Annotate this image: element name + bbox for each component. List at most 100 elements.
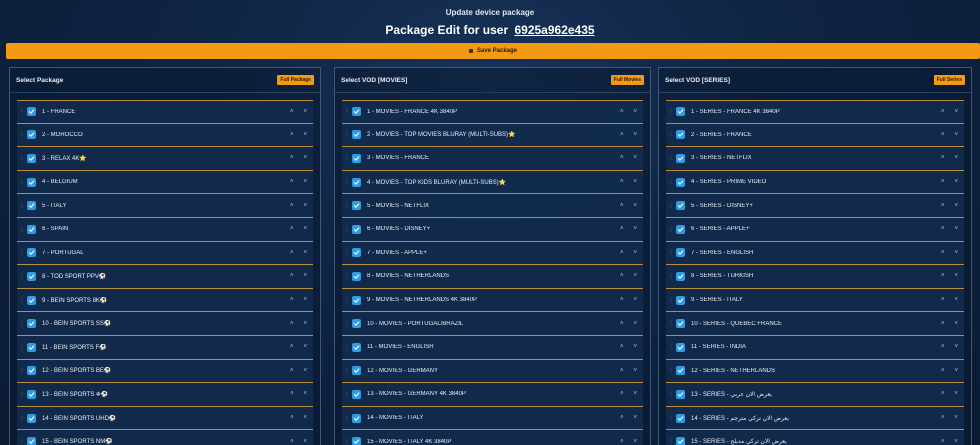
checkbox[interactable] — [27, 248, 36, 258]
chevron-down-icon[interactable]: ˅ — [633, 415, 637, 421]
chevron-up-icon[interactable]: ˄ — [290, 226, 294, 232]
drag-handle-icon[interactable]: ⋮ — [666, 155, 676, 162]
list-item[interactable]: ⋮ 13 - BEIN SPORTS ❄⚽ ˄ ˅ — [17, 383, 313, 407]
drag-handle-icon[interactable]: ⋮ — [17, 249, 27, 256]
chevron-down-icon[interactable]: ˅ — [954, 273, 958, 279]
checkbox[interactable] — [352, 130, 361, 140]
chevron-down-icon[interactable]: ˅ — [954, 132, 958, 138]
list-item[interactable]: ⋮ 1 - SERIES - FRANCE 4K 3840P ˄ ˅ — [666, 100, 964, 124]
chevron-down-icon[interactable]: ˅ — [954, 344, 958, 350]
list-item[interactable]: ⋮ 10 - MOVIES - PORTUGAL/BRAZIL ˄ ˅ — [342, 312, 643, 336]
drag-handle-icon[interactable]: ⋮ — [17, 155, 27, 162]
drag-handle-icon[interactable]: ⋮ — [342, 131, 352, 138]
chevron-up-icon[interactable]: ˄ — [941, 250, 945, 256]
chevron-down-icon[interactable]: ˅ — [633, 109, 637, 115]
chevron-down-icon[interactable]: ˅ — [303, 273, 307, 279]
checkbox[interactable] — [352, 319, 361, 329]
drag-handle-icon[interactable]: ⋮ — [342, 438, 352, 445]
drag-handle-icon[interactable]: ⋮ — [666, 415, 676, 422]
drag-handle-icon[interactable]: ⋮ — [666, 320, 676, 327]
chevron-up-icon[interactable]: ˄ — [941, 391, 945, 397]
drag-handle-icon[interactable]: ⋮ — [17, 297, 27, 304]
chevron-up-icon[interactable]: ˄ — [941, 368, 945, 374]
drag-handle-icon[interactable]: ⋮ — [666, 367, 676, 374]
chevron-down-icon[interactable]: ˅ — [954, 368, 958, 374]
list-item[interactable]: ⋮ 6 - SERIES - APPLE+ ˄ ˅ — [666, 217, 964, 242]
checkbox[interactable] — [676, 366, 685, 376]
chevron-up-icon[interactable]: ˄ — [620, 273, 624, 279]
chevron-up-icon[interactable]: ˄ — [290, 179, 294, 185]
list-item[interactable]: ⋮ 2 - SERIES - FRANCE ˄ ˅ — [666, 123, 964, 148]
list-item[interactable]: ⋮ 15 - BEIN SPORTS NM⚽ ˄ ˅ — [17, 430, 313, 445]
chevron-up-icon[interactable]: ˄ — [290, 368, 294, 374]
list-item[interactable]: ⋮ 14 - SERIES - يعرض الان تركي مترجم ˄ ˅ — [666, 406, 964, 431]
checkbox[interactable] — [676, 295, 685, 305]
chevron-down-icon[interactable]: ˅ — [633, 250, 637, 256]
list-item[interactable]: ⋮ 2 - MOROCCO ˄ ˅ — [17, 123, 313, 148]
drag-handle-icon[interactable]: ⋮ — [342, 108, 352, 115]
drag-handle-icon[interactable]: ⋮ — [17, 415, 27, 422]
drag-handle-icon[interactable]: ⋮ — [17, 108, 27, 115]
chevron-down-icon[interactable]: ˅ — [633, 203, 637, 209]
checkbox[interactable] — [27, 107, 36, 117]
drag-handle-icon[interactable]: ⋮ — [17, 320, 27, 327]
checkbox[interactable] — [27, 319, 36, 329]
chevron-up-icon[interactable]: ˄ — [290, 132, 294, 138]
chevron-up-icon[interactable]: ˄ — [620, 344, 624, 350]
chevron-up-icon[interactable]: ˄ — [620, 132, 624, 138]
list-item[interactable]: ⋮ 14 - MOVIES - ITALY ˄ ˅ — [342, 406, 643, 431]
list-item[interactable]: ⋮ 9 - SERIES - ITALY ˄ ˅ — [666, 288, 964, 313]
list-item[interactable]: ⋮ 6 - MOVIES - DISNEY+ ˄ ˅ — [342, 217, 643, 242]
checkbox[interactable] — [27, 153, 36, 163]
list-item[interactable]: ⋮ 12 - SERIES - NETHERLANDS ˄ ˅ — [666, 359, 964, 384]
chevron-down-icon[interactable]: ˅ — [303, 132, 307, 138]
checkbox[interactable] — [27, 295, 36, 305]
list-item[interactable]: ⋮ 11 - BEIN SPORTS F⚽ ˄ ˅ — [17, 335, 313, 360]
list-item[interactable]: ⋮ 12 - MOVIES - GERMANY ˄ ˅ — [342, 359, 643, 384]
drag-handle-icon[interactable]: ⋮ — [666, 438, 676, 445]
checkbox[interactable] — [676, 248, 685, 258]
drag-handle-icon[interactable]: ⋮ — [342, 155, 352, 162]
chevron-down-icon[interactable]: ˅ — [303, 321, 307, 327]
full-series-button[interactable]: Full Series — [933, 75, 965, 85]
drag-handle-icon[interactable]: ⋮ — [342, 367, 352, 374]
chevron-down-icon[interactable]: ˅ — [954, 439, 958, 445]
list-item[interactable]: ⋮ 8 - TOD SPORT PPV⚽ ˄ ˅ — [17, 265, 313, 289]
chevron-up-icon[interactable]: ˄ — [290, 391, 294, 397]
drag-handle-icon[interactable]: ⋮ — [342, 297, 352, 304]
list-item[interactable]: ⋮ 2 - MOVIES - TOP MOVIES BLURAY (MULTI-S… — [342, 123, 643, 148]
checkbox[interactable] — [676, 153, 685, 163]
list-item[interactable]: ⋮ 5 - ITALY ˄ ˅ — [17, 194, 313, 218]
chevron-down-icon[interactable]: ˅ — [954, 415, 958, 421]
checkbox[interactable] — [352, 248, 361, 258]
checkbox[interactable] — [676, 342, 685, 352]
chevron-down-icon[interactable]: ˅ — [954, 391, 958, 397]
chevron-down-icon[interactable]: ˅ — [633, 273, 637, 279]
chevron-down-icon[interactable]: ˅ — [303, 250, 307, 256]
list-item[interactable]: ⋮ 3 - SERIES - NETFLIX ˄ ˅ — [666, 147, 964, 171]
full-package-button[interactable]: Full Package — [277, 75, 314, 85]
drag-handle-icon[interactable]: ⋮ — [666, 297, 676, 304]
chevron-up-icon[interactable]: ˄ — [290, 273, 294, 279]
drag-handle-icon[interactable]: ⋮ — [17, 131, 27, 138]
drag-handle-icon[interactable]: ⋮ — [666, 249, 676, 256]
checkbox[interactable] — [352, 153, 361, 163]
checkbox[interactable] — [27, 389, 36, 399]
checkbox[interactable] — [27, 130, 36, 140]
chevron-up-icon[interactable]: ˄ — [290, 203, 294, 209]
checkbox[interactable] — [27, 342, 36, 352]
chevron-down-icon[interactable]: ˅ — [954, 203, 958, 209]
list-item[interactable]: ⋮ 9 - MOVIES - NETHERLANDS 4K 3840P ˄ ˅ — [342, 288, 643, 313]
drag-handle-icon[interactable]: ⋮ — [666, 226, 676, 233]
chevron-up-icon[interactable]: ˄ — [290, 297, 294, 303]
checkbox[interactable] — [352, 107, 361, 117]
checkbox[interactable] — [352, 389, 361, 399]
list-item[interactable]: ⋮ 11 - MOVIES - ENGLISH ˄ ˅ — [342, 335, 643, 360]
list-item[interactable]: ⋮ 12 - BEIN SPORTS BE⚽ ˄ ˅ — [17, 359, 313, 384]
chevron-down-icon[interactable]: ˅ — [303, 368, 307, 374]
chevron-down-icon[interactable]: ˅ — [954, 179, 958, 185]
chevron-up-icon[interactable]: ˄ — [941, 203, 945, 209]
checkbox[interactable] — [676, 201, 685, 211]
drag-handle-icon[interactable]: ⋮ — [17, 344, 27, 351]
chevron-down-icon[interactable]: ˅ — [954, 155, 958, 161]
